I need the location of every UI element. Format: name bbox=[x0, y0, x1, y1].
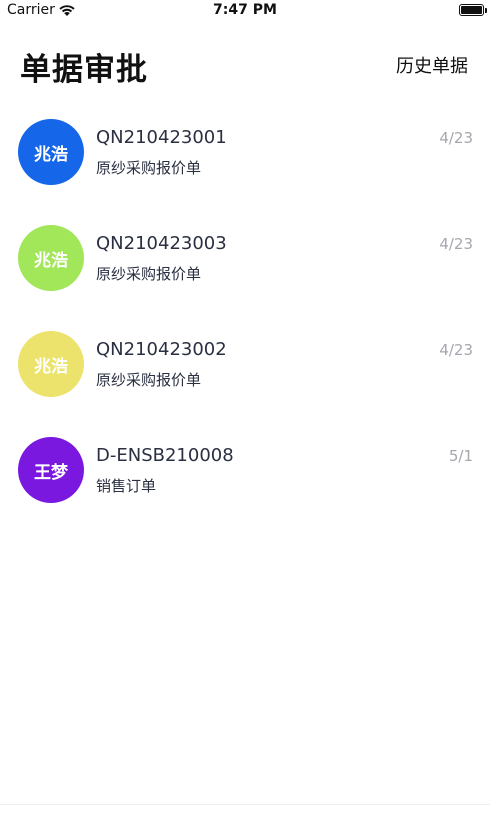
avatar: 兆浩 bbox=[18, 119, 84, 185]
document-type: 销售订单 bbox=[96, 477, 157, 495]
document-number: QN210423001 bbox=[96, 127, 227, 148]
bottom-divider bbox=[0, 804, 490, 805]
status-bar: Carrier 7:47 PM bbox=[0, 0, 490, 24]
document-number: QN210423002 bbox=[96, 339, 227, 360]
document-type: 原纱采购报价单 bbox=[96, 265, 202, 283]
history-documents-button[interactable]: 历史单据 bbox=[396, 52, 468, 78]
list-item[interactable]: 兆浩 QN210423003 原纱采购报价单 4/23 bbox=[0, 212, 490, 318]
avatar: 兆浩 bbox=[18, 225, 84, 291]
document-number: D-ENSB210008 bbox=[96, 445, 234, 466]
document-type: 原纱采购报价单 bbox=[96, 371, 202, 389]
document-date: 4/23 bbox=[439, 129, 473, 147]
document-date: 4/23 bbox=[439, 341, 473, 359]
approval-list: 兆浩 QN210423001 原纱采购报价单 4/23 兆浩 QN2104230… bbox=[0, 106, 490, 530]
document-type: 原纱采购报价单 bbox=[96, 159, 202, 177]
avatar: 兆浩 bbox=[18, 331, 84, 397]
list-item[interactable]: 兆浩 QN210423001 原纱采购报价单 4/23 bbox=[0, 106, 490, 212]
list-item[interactable]: 兆浩 QN210423002 原纱采购报价单 4/23 bbox=[0, 318, 490, 424]
battery-icon bbox=[459, 4, 487, 16]
status-time: 7:47 PM bbox=[213, 2, 277, 18]
list-item[interactable]: 王梦 D-ENSB210008 销售订单 5/1 bbox=[0, 424, 490, 530]
document-number: QN210423003 bbox=[96, 233, 227, 254]
page-title: 单据审批 bbox=[20, 52, 148, 88]
document-date: 5/1 bbox=[448, 447, 473, 465]
avatar: 王梦 bbox=[18, 437, 84, 503]
app-screen: Carrier 7:47 PM 单据审批 历史单据 兆浩 QN210423001… bbox=[0, 0, 490, 814]
document-date: 4/23 bbox=[439, 235, 473, 253]
